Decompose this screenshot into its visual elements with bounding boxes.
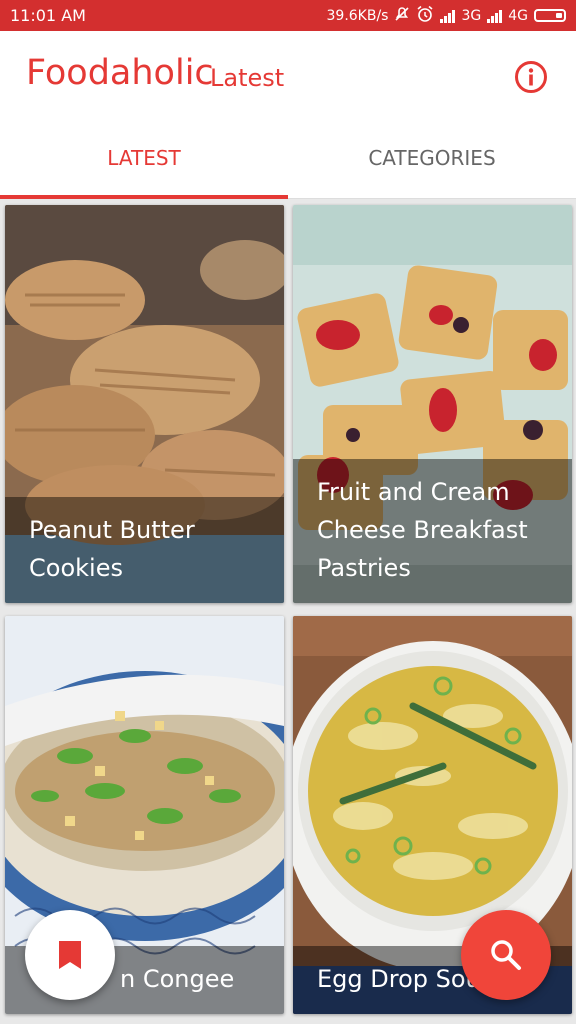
alarm-icon [416, 5, 434, 27]
app-subtitle: Latest [210, 64, 285, 92]
status-indicators: 39.6KB/s 3G 4G [326, 5, 566, 27]
info-icon[interactable] [514, 60, 548, 94]
signal-icon-2 [487, 9, 503, 23]
bookmark-icon [59, 941, 81, 969]
recipe-grid: Peanut Butter Cookies Fruit and Cream Ch… [0, 199, 576, 1024]
net-speed: 39.6KB/s [326, 7, 389, 24]
mute-icon [394, 6, 410, 26]
recipe-title: Peanut Butter Cookies [5, 497, 284, 603]
signal-icon [440, 9, 456, 23]
tab-categories[interactable]: CATEGORIES [288, 117, 576, 198]
tab-latest[interactable]: LATEST [0, 117, 288, 199]
tab-bar: LATEST CATEGORIES [0, 117, 576, 199]
network-4g: 4G [508, 7, 528, 24]
bookmark-button[interactable] [25, 910, 115, 1000]
search-button[interactable] [461, 910, 551, 1000]
recipe-title: Fruit and Cream Cheese Breakfast Pastrie… [293, 459, 572, 603]
search-icon [491, 940, 521, 970]
recipe-card[interactable]: Fruit and Cream Cheese Breakfast Pastrie… [293, 205, 572, 603]
network-3g: 3G [461, 7, 482, 24]
status-bar: 11:01 AM 39.6KB/s 3G 4G [0, 0, 576, 31]
recipe-card[interactable]: Peanut Butter Cookies [5, 205, 284, 603]
app-bar: Foodaholic Latest [0, 31, 576, 117]
status-time: 11:01 AM [10, 6, 86, 25]
battery-icon [534, 9, 566, 22]
app-title: Foodaholic [26, 53, 214, 93]
